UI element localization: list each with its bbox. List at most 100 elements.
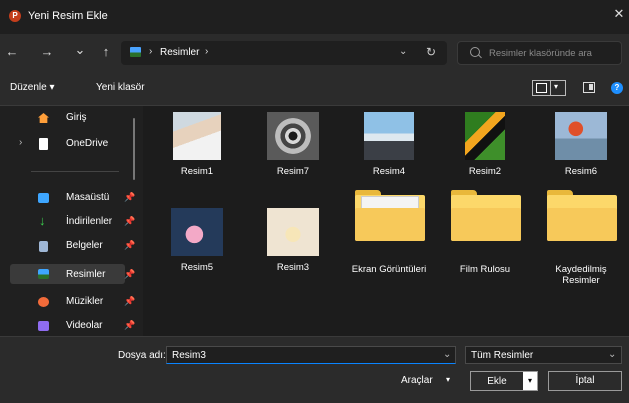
image-thumbnail [171, 208, 223, 256]
folder-name: Kaydedilmiş Resimler [555, 264, 607, 286]
file-name: Resim2 [468, 166, 502, 177]
sidebar-item-label: Müzikler [66, 296, 104, 307]
file-item[interactable]: Resim2 [445, 108, 525, 180]
sidebar-item-belgeler[interactable]: Belgeler 📌 [10, 236, 135, 256]
view-icon [536, 83, 547, 93]
sidebar-item-label: Belgeler [66, 240, 103, 251]
video-icon [38, 321, 49, 331]
folder-icon [355, 190, 425, 242]
filename-label: Dosya adı: [118, 350, 166, 361]
file-type-select[interactable]: Tüm Resimler ⌄ [465, 346, 622, 364]
address-bar[interactable]: › Resimler › ⌄ ↻ [121, 41, 447, 65]
insert-button-label[interactable]: Ekle [471, 376, 523, 387]
image-thumbnail [364, 112, 414, 160]
navigation-pane: Giriş › OneDrive Masaüstü 📌 ↓ İndirilenl… [0, 106, 143, 336]
refresh-icon[interactable]: ↻ [426, 45, 436, 59]
sidebar-item-resimler[interactable]: Resimler 📌 [10, 264, 135, 284]
sidebar-item-giris[interactable]: Giriş [10, 108, 125, 128]
file-item[interactable]: Resim6 [541, 108, 621, 180]
folder-item[interactable]: Kaydedilmiş Resimler [541, 190, 621, 286]
sidebar-item-label: Videolar [66, 320, 103, 331]
command-bar: Düzenle ▾ Yeni klasör ▾ ? [0, 70, 629, 106]
new-folder-button[interactable]: Yeni klasör [96, 82, 145, 93]
chevron-down-icon[interactable]: ▾ [554, 82, 558, 91]
search-input[interactable]: Resimler klasöründe ara [489, 48, 592, 59]
file-item[interactable]: Resim5 [157, 204, 237, 276]
folder-icon [547, 190, 617, 242]
pin-icon[interactable]: 📌 [124, 269, 135, 280]
cancel-button[interactable]: İptal [548, 371, 622, 391]
image-thumbnail [267, 112, 319, 160]
pictures-folder-icon [130, 47, 141, 57]
sidebar-scrollbar[interactable] [133, 118, 135, 180]
file-item[interactable]: Resim7 [253, 108, 333, 180]
folder-item[interactable]: Ekran Görüntüleri [349, 190, 429, 282]
image-thumbnail [465, 112, 505, 160]
file-type-value[interactable]: Tüm Resimler [471, 350, 533, 361]
chevron-down-icon[interactable]: ▾ [446, 375, 450, 384]
folder-name: Ekran Görüntüleri [351, 264, 427, 275]
close-icon[interactable]: ✕ [609, 6, 629, 22]
sidebar-divider [31, 171, 119, 172]
music-icon [38, 297, 49, 307]
up-arrow-icon[interactable]: ↑ [98, 45, 114, 59]
folder-item[interactable]: Film Rulosu [445, 190, 525, 282]
documents-icon [39, 241, 48, 252]
expand-chevron-icon[interactable]: › [19, 137, 22, 148]
sidebar-item-label: Giriş [66, 112, 87, 123]
sidebar-item-muzikler[interactable]: Müzikler 📌 [10, 292, 135, 312]
sidebar-item-label: OneDrive [66, 138, 109, 149]
file-item[interactable]: Resim3 [253, 204, 333, 276]
sidebar-item-masaustu[interactable]: Masaüstü 📌 [10, 188, 135, 208]
window-title: Yeni Resim Ekle [28, 10, 108, 22]
pin-icon[interactable]: 📌 [124, 216, 135, 227]
footer: Dosya adı: Resim3 ⌄ Tüm Resimler ⌄ Araçl… [0, 336, 629, 403]
search-box[interactable]: Resimler klasöründe ara [457, 41, 622, 65]
tools-menu-button[interactable]: Araçlar [401, 375, 433, 386]
file-name: Resim6 [564, 166, 598, 177]
breadcrumb-chevron-icon[interactable]: › [205, 46, 208, 57]
file-list: Resim1 Resim7 Resim4 Resim2 Resim6 Resim… [143, 106, 629, 336]
insert-button[interactable]: Ekle ▾ [470, 371, 538, 391]
sidebar-item-indirilenler[interactable]: ↓ İndirilenler 📌 [10, 212, 135, 232]
address-dropdown-icon[interactable]: ⌄ [399, 46, 407, 57]
sidebar-item-videolar[interactable]: Videolar 📌 [10, 316, 135, 336]
desktop-icon [38, 193, 49, 203]
file-name: Resim4 [372, 166, 406, 177]
navigation-bar: ← → ⌄ ↑ › Resimler › ⌄ ↻ Resimler klasör… [0, 34, 629, 70]
folder-name: Film Rulosu [459, 264, 511, 275]
back-arrow-icon[interactable]: ← [4, 45, 20, 59]
sidebar-item-onedrive[interactable]: › OneDrive [10, 134, 125, 154]
forward-arrow-icon[interactable]: → [39, 45, 55, 59]
powerpoint-app-icon: P [9, 10, 21, 22]
file-item[interactable]: Resim4 [349, 108, 429, 180]
pin-icon[interactable]: 📌 [124, 240, 135, 251]
image-thumbnail [173, 112, 221, 160]
pictures-icon [38, 269, 49, 279]
insert-split-dropdown-icon[interactable]: ▾ [523, 372, 537, 390]
file-name: Resim3 [276, 262, 310, 273]
file-name: Resim7 [276, 166, 310, 177]
view-options-button[interactable]: ▾ [532, 80, 566, 96]
chevron-down-icon[interactable]: ⌄ [608, 349, 616, 360]
pin-icon[interactable]: 📌 [124, 296, 135, 307]
title-bar: P Yeni Resim Ekle ✕ [0, 0, 629, 34]
download-icon: ↓ [39, 213, 46, 228]
pin-icon[interactable]: 📌 [124, 320, 135, 331]
chevron-down-icon[interactable]: ⌄ [443, 349, 451, 360]
help-icon[interactable]: ? [611, 82, 623, 94]
recent-locations-chevron-icon[interactable]: ⌄ [72, 43, 88, 57]
file-item[interactable]: Resim1 [157, 108, 237, 180]
view-divider [550, 81, 551, 95]
breadcrumb-location[interactable]: Resimler [160, 47, 199, 58]
preview-pane-icon[interactable] [583, 82, 595, 93]
organize-menu-button[interactable]: Düzenle ▾ [10, 82, 55, 93]
pin-icon[interactable]: 📌 [124, 192, 135, 203]
image-thumbnail [555, 112, 607, 160]
filename-value[interactable]: Resim3 [172, 350, 206, 361]
search-icon [470, 47, 480, 57]
sidebar-item-label: Masaüstü [66, 192, 110, 203]
sidebar-item-label: Resimler [66, 269, 106, 280]
breadcrumb-chevron-icon: › [149, 46, 153, 57]
filename-input[interactable]: Resim3 ⌄ [166, 346, 456, 364]
